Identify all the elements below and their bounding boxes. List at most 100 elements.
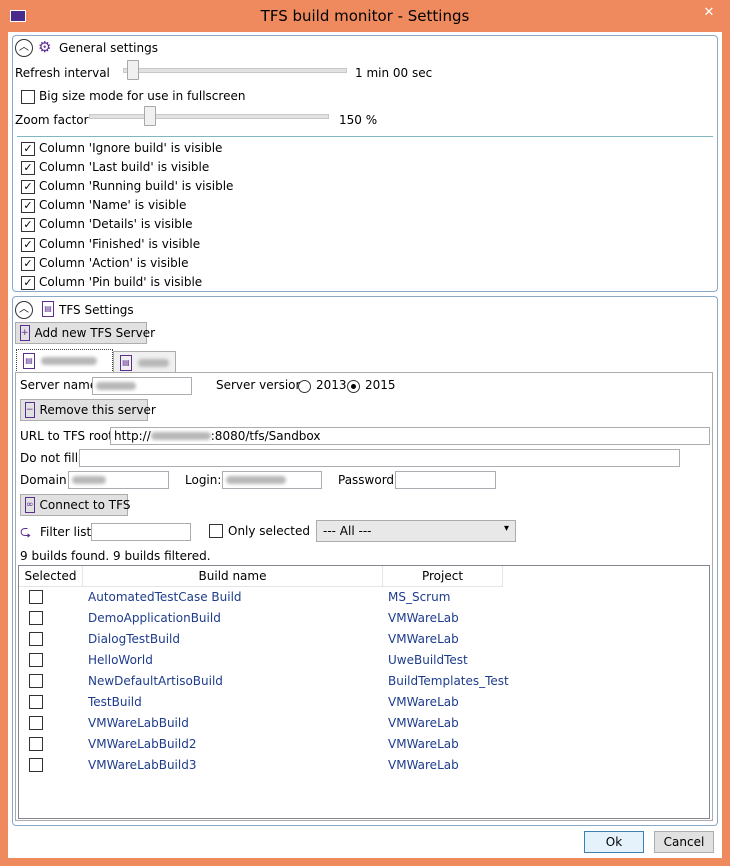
build-select-checkbox[interactable]	[29, 611, 43, 625]
password-field[interactable]	[395, 471, 496, 489]
connect-button[interactable]: ∞ Connect to TFS	[20, 494, 131, 516]
build-select-checkbox[interactable]	[29, 695, 43, 709]
filter-select-value: --- All ---	[323, 524, 372, 538]
tab-server-2[interactable]: ▤	[113, 351, 176, 373]
build-select-checkbox[interactable]	[29, 716, 43, 730]
redacted-server-name	[41, 357, 97, 365]
url-prefix: http://	[114, 429, 151, 443]
login-field[interactable]	[222, 471, 322, 489]
column-option-label: Column 'Details' is visible	[39, 217, 193, 231]
redacted-server-name	[137, 358, 169, 367]
project-cell: MS_Scrum	[388, 590, 451, 604]
version-2015-radio[interactable]	[347, 380, 360, 393]
filter-icon: ⮎	[20, 524, 32, 540]
gear-icon: ⚙	[38, 38, 52, 56]
refresh-interval-slider[interactable]	[127, 60, 139, 80]
server-icon: ▤	[42, 301, 54, 317]
build-status: 9 builds found. 9 builds filtered.	[20, 549, 211, 563]
column-checkbox[interactable]: ✓	[21, 180, 35, 194]
filter-field[interactable]	[91, 523, 191, 541]
column-checkbox[interactable]: ✓	[21, 218, 35, 232]
column-header-build-name[interactable]: Build name	[83, 566, 383, 587]
table-row[interactable]: DialogTestBuild VMWareLab	[19, 629, 709, 650]
password-label: Password:	[338, 473, 399, 487]
close-button[interactable]: ✕	[698, 0, 720, 24]
table-row[interactable]: VMWareLabBuild2 VMWareLab	[19, 734, 709, 755]
column-header-selected[interactable]: Selected	[19, 566, 83, 587]
column-checkbox[interactable]: ✓	[21, 276, 35, 290]
big-size-checkbox[interactable]	[21, 90, 35, 104]
only-selected-label: Only selected	[228, 524, 310, 538]
build-name-cell: VMWareLabBuild2	[88, 737, 197, 751]
table-row[interactable]: HelloWorld UweBuildTest	[19, 650, 709, 671]
do-not-fill-field[interactable]	[79, 449, 680, 467]
server-icon: ▤	[120, 354, 132, 371]
add-server-button[interactable]: + Add new TFS Server	[15, 322, 155, 344]
build-select-checkbox[interactable]	[29, 632, 43, 646]
table-row[interactable]: VMWareLabBuild VMWareLab	[19, 713, 709, 734]
general-separator	[17, 136, 713, 137]
column-option-label: Column 'Running build' is visible	[39, 179, 234, 193]
only-selected-checkbox[interactable]	[209, 524, 223, 538]
ok-button[interactable]: Ok	[584, 831, 644, 853]
project-cell: VMWareLab	[388, 611, 459, 625]
build-select-checkbox[interactable]	[29, 653, 43, 667]
column-checkbox[interactable]: ✓	[21, 161, 35, 175]
window-title: TFS build monitor - Settings	[260, 7, 470, 25]
build-select-checkbox[interactable]	[29, 758, 43, 772]
project-cell: UweBuildTest	[388, 653, 468, 667]
build-select-checkbox[interactable]	[29, 737, 43, 751]
url-suffix: :8080/tfs/Sandbox	[210, 429, 321, 443]
column-checkbox[interactable]: ✓	[21, 238, 35, 252]
url-field[interactable]: http:// :8080/tfs/Sandbox	[110, 427, 710, 445]
build-name-cell: VMWareLabBuild	[88, 716, 189, 730]
build-name-cell: AutomatedTestCase Build	[88, 590, 242, 604]
table-row[interactable]: NewDefaultArtisoBuild BuildTemplates_Test	[19, 671, 709, 692]
build-name-cell: DemoApplicationBuild	[88, 611, 221, 625]
chevron-down-icon: ▾	[503, 523, 509, 534]
login-label: Login:	[185, 473, 222, 487]
project-cell: BuildTemplates_Test	[388, 674, 509, 688]
column-checkbox[interactable]: ✓	[21, 199, 35, 213]
zoom-factor-track[interactable]	[89, 114, 329, 119]
column-header-project[interactable]: Project	[383, 566, 503, 587]
column-option-label: Column 'Action' is visible	[39, 256, 189, 270]
cancel-button[interactable]: Cancel	[654, 831, 714, 853]
remove-server-icon: −	[25, 402, 35, 418]
build-name-cell: NewDefaultArtisoBuild	[88, 674, 223, 688]
server-tab-content: Server name: Server version: 2013 2015 −…	[15, 372, 713, 821]
build-select-checkbox[interactable]	[29, 674, 43, 688]
title-bar: TFS build monitor - Settings ✕	[0, 0, 730, 32]
build-select-checkbox[interactable]	[29, 590, 43, 604]
column-option-label: Column 'Finished' is visible	[39, 237, 201, 251]
table-row[interactable]: AutomatedTestCase Build MS_Scrum	[19, 587, 709, 608]
collapse-tfs-icon[interactable]: ︿	[15, 301, 33, 319]
zoom-factor-slider[interactable]	[144, 106, 156, 126]
collapse-general-icon[interactable]: ︿	[15, 39, 33, 57]
server-icon: ▤	[23, 353, 35, 369]
big-size-label: Big size mode for use in fullscreen	[39, 89, 246, 103]
column-checkbox[interactable]: ✓	[21, 257, 35, 271]
table-row[interactable]: TestBuild VMWareLab	[19, 692, 709, 713]
table-row[interactable]: VMWareLabBuild3 VMWareLab	[19, 755, 709, 776]
url-label: URL to TFS root:	[20, 429, 118, 443]
filter-label: Filter list:	[40, 525, 96, 539]
tab-server-1[interactable]: ▤	[16, 349, 113, 373]
refresh-interval-value: 1 min 00 sec	[355, 66, 433, 80]
refresh-interval-track[interactable]	[123, 68, 347, 73]
version-2013-radio[interactable]	[298, 380, 311, 393]
version-2015-label: 2015	[365, 378, 396, 392]
build-name-cell: DialogTestBuild	[88, 632, 180, 646]
add-server-icon: +	[20, 325, 30, 341]
table-row[interactable]: DemoApplicationBuild VMWareLab	[19, 608, 709, 629]
column-option-label: Column 'Name' is visible	[39, 198, 187, 212]
builds-grid: Selected Build name Project AutomatedTes…	[18, 565, 710, 819]
domain-field[interactable]	[68, 471, 169, 489]
project-cell: VMWareLab	[388, 632, 459, 646]
remove-server-button[interactable]: − Remove this server	[20, 399, 156, 421]
connect-label: Connect to TFS	[39, 498, 131, 512]
project-cell: VMWareLab	[388, 716, 459, 730]
server-name-field[interactable]	[92, 377, 192, 395]
filter-select[interactable]: --- All --- ▾	[316, 520, 516, 542]
column-checkbox[interactable]: ✓	[21, 142, 35, 156]
